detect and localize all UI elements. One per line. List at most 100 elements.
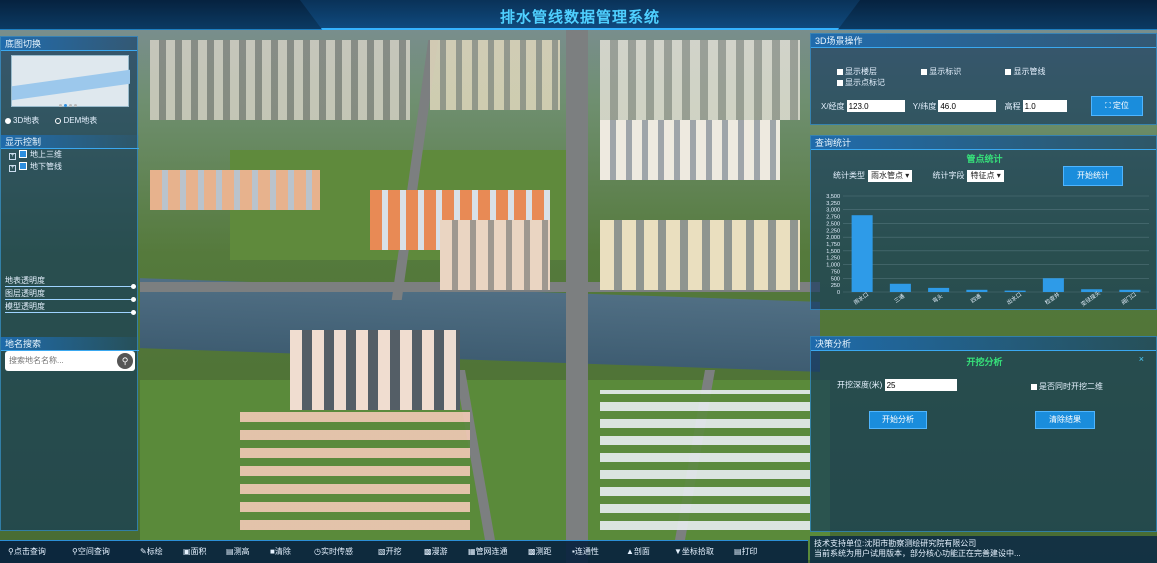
print-icon: ▤ <box>734 547 742 556</box>
slider-layer-opacity[interactable]: 图层透明度 <box>1 288 139 302</box>
chart-bar[interactable] <box>1042 278 1064 292</box>
clear-results-button[interactable]: 清除结果 <box>1035 411 1095 429</box>
place-search-section: 地名搜索 ⚲ <box>1 337 139 377</box>
start-analysis-button[interactable]: 开始分析 <box>869 411 927 429</box>
search-icon[interactable]: ⚲ <box>117 353 133 369</box>
opacity-sliders: 地表透明度 图层透明度 模型透明度 <box>1 275 139 315</box>
chart-ytick-label: 750 <box>831 269 840 275</box>
title-frame: 排水管线数据管理系统 <box>300 0 860 30</box>
chart-bar[interactable] <box>851 215 873 292</box>
basemap-option-dem[interactable]: DEM地表 <box>55 116 97 125</box>
y-input[interactable] <box>938 100 997 112</box>
chart-ytick-label: 1,250 <box>826 256 840 262</box>
profile-icon: ▲ <box>626 547 634 556</box>
scene-ops-panel: 3D场景操作 显示楼层 显示标识 显示管线 显示点标记 X/经度 Y/纬度 高程… <box>810 33 1157 125</box>
slider-surface-opacity[interactable]: 地表透明度 <box>1 275 139 289</box>
chart-ytick-label: 3,500 <box>826 194 840 200</box>
slider-model-opacity[interactable]: 模型透明度 <box>1 301 139 315</box>
tool-pick-coordinate[interactable]: ▼坐标拾取 <box>674 546 714 557</box>
decision-panel: 决策分析 开挖分析 × 开挖深度(米) 是否同时开挖二维 开始分析 清除结果 <box>810 336 1157 532</box>
stats-type-select[interactable]: 雨水管点 ▾ <box>868 170 913 182</box>
coordinate-inputs: X/经度 Y/纬度 高程 <box>821 100 1073 112</box>
scene-ops-header: 3D场景操作 <box>811 34 1156 48</box>
tool-print[interactable]: ▤打印 <box>734 546 758 557</box>
stats-field-select[interactable]: 特征点 ▾ <box>967 170 1004 182</box>
z-label: 高程 <box>1004 101 1021 111</box>
place-search-header: 地名搜索 <box>1 337 139 351</box>
chart-ytick-label: 3,250 <box>826 201 840 207</box>
tool-area[interactable]: ▣面积 <box>183 546 207 557</box>
chart-category-label: 四通 <box>969 292 983 305</box>
top-bar: 排水管线数据管理系统 <box>0 0 1157 30</box>
start-stats-button[interactable]: 开始统计 <box>1063 166 1123 186</box>
layer-item-underground[interactable]: + 地下管线 <box>1 161 139 173</box>
chart-ytick-label: 250 <box>831 283 840 289</box>
tool-roam[interactable]: ▩漫游 <box>424 546 448 557</box>
tool-network[interactable]: ▦管网连通 <box>468 546 508 557</box>
chart-bar[interactable] <box>928 287 950 292</box>
tool-measure[interactable]: ▩测距 <box>528 546 552 557</box>
query-stats-subtitle: 管点统计 <box>966 154 1003 164</box>
chart-category-label: 雨水口 <box>852 290 870 306</box>
tool-click-query[interactable]: ⚲点击查询 <box>8 546 46 557</box>
x-label: X/经度 <box>821 101 845 111</box>
area-icon: ▣ <box>183 547 191 556</box>
chart-category-label: 三通 <box>892 292 906 305</box>
footer-notice: 当前系统为用户试用版本，部分核心功能正在完善建设中... <box>814 549 1021 558</box>
network-icon: ▦ <box>468 547 476 556</box>
depth-row: 开挖深度(米) <box>837 379 957 391</box>
tool-clear[interactable]: ■清除 <box>270 546 291 557</box>
close-icon[interactable]: × <box>1139 354 1144 364</box>
chart-category-label: 检查井 <box>1043 290 1062 306</box>
tool-profile[interactable]: ▲剖面 <box>626 546 650 557</box>
y-label: Y/纬度 <box>912 101 937 111</box>
depth-label: 开挖深度(米) <box>837 380 883 390</box>
chart-ytick-label: 0 <box>837 290 840 296</box>
chart-ytick-label: 2,250 <box>826 228 840 234</box>
place-search-input[interactable] <box>5 351 105 369</box>
pen-icon: ✎ <box>140 547 147 556</box>
basemap-option-3d[interactable]: 3D地表 <box>5 116 39 125</box>
place-search-box: ⚲ <box>5 351 135 371</box>
checkbox-show-labels[interactable]: 显示标识 <box>921 66 1003 77</box>
app-title: 排水管线数据管理系统 <box>499 9 660 26</box>
footer-support: 技术支持单位:沈阳市勘察测绘研究院有限公司 <box>814 539 977 548</box>
display-control-section: 显示控制 + 地上三维 + 地下管线 <box>1 135 139 173</box>
tool-height[interactable]: ▤测高 <box>226 546 250 557</box>
tool-plot[interactable]: ✎标绘 <box>140 546 163 557</box>
chart-ytick-label: 1,750 <box>826 242 840 248</box>
bottom-toolbar: ⚲点击查询 ⚲空间查询 ✎标绘 ▣面积 ▤测高 ■清除 ◷实时传感 ▧开挖 ▩漫… <box>0 540 808 563</box>
basemap-header: 底图切换 <box>1 37 137 51</box>
locate-button[interactable]: ⛶ 定位 <box>1091 96 1143 116</box>
left-panel: 底图切换 3D地表 DEM地表 显示控制 + 地上三维 + 地下管线 地表透明度 图… <box>0 36 139 531</box>
chart-ytick-label: 2,500 <box>826 221 840 227</box>
roam-icon: ▩ <box>424 547 432 556</box>
chart-category-label: 弯头 <box>931 292 945 305</box>
stats-field-label: 统计字段 <box>932 171 965 180</box>
chart-bar[interactable] <box>966 289 988 292</box>
decision-header: 决策分析 <box>811 337 1156 351</box>
chart-ytick-label: 1,500 <box>826 249 840 255</box>
layer-item-above-ground[interactable]: + 地上三维 <box>1 149 139 161</box>
x-input[interactable] <box>846 100 905 112</box>
tool-excavate[interactable]: ▧开挖 <box>378 546 402 557</box>
checkbox-show-pipes[interactable]: 显示管线 <box>1005 66 1087 77</box>
chart-bar[interactable] <box>1004 290 1026 292</box>
height-icon: ▤ <box>226 547 234 556</box>
depth-input[interactable] <box>884 379 957 391</box>
chart-bar[interactable] <box>1119 289 1141 292</box>
dual-excavate-checkbox[interactable]: 是否同时开挖二维 <box>1031 381 1103 392</box>
tool-sensor[interactable]: ◷实时传感 <box>314 546 353 557</box>
checkbox-show-markers[interactable]: 显示点标记 <box>837 77 897 88</box>
tool-spatial-query[interactable]: ⚲空间查询 <box>72 546 110 557</box>
checkbox-show-floors[interactable]: 显示楼层 <box>837 66 919 77</box>
measure-icon: ▩ <box>528 547 536 556</box>
carousel-dots[interactable] <box>59 99 79 109</box>
display-control-header: 显示控制 <box>1 135 139 149</box>
tool-connectivity[interactable]: ▪连通性 <box>572 546 599 557</box>
stats-bar-chart: 02505007501,0001,2501,5001,7502,0002,250… <box>826 194 1149 308</box>
chart-category-label: 阀门口 <box>1120 290 1138 306</box>
z-input[interactable] <box>1022 100 1067 112</box>
stats-type-label: 统计类型 <box>833 171 865 180</box>
chart-bar[interactable] <box>889 283 911 292</box>
